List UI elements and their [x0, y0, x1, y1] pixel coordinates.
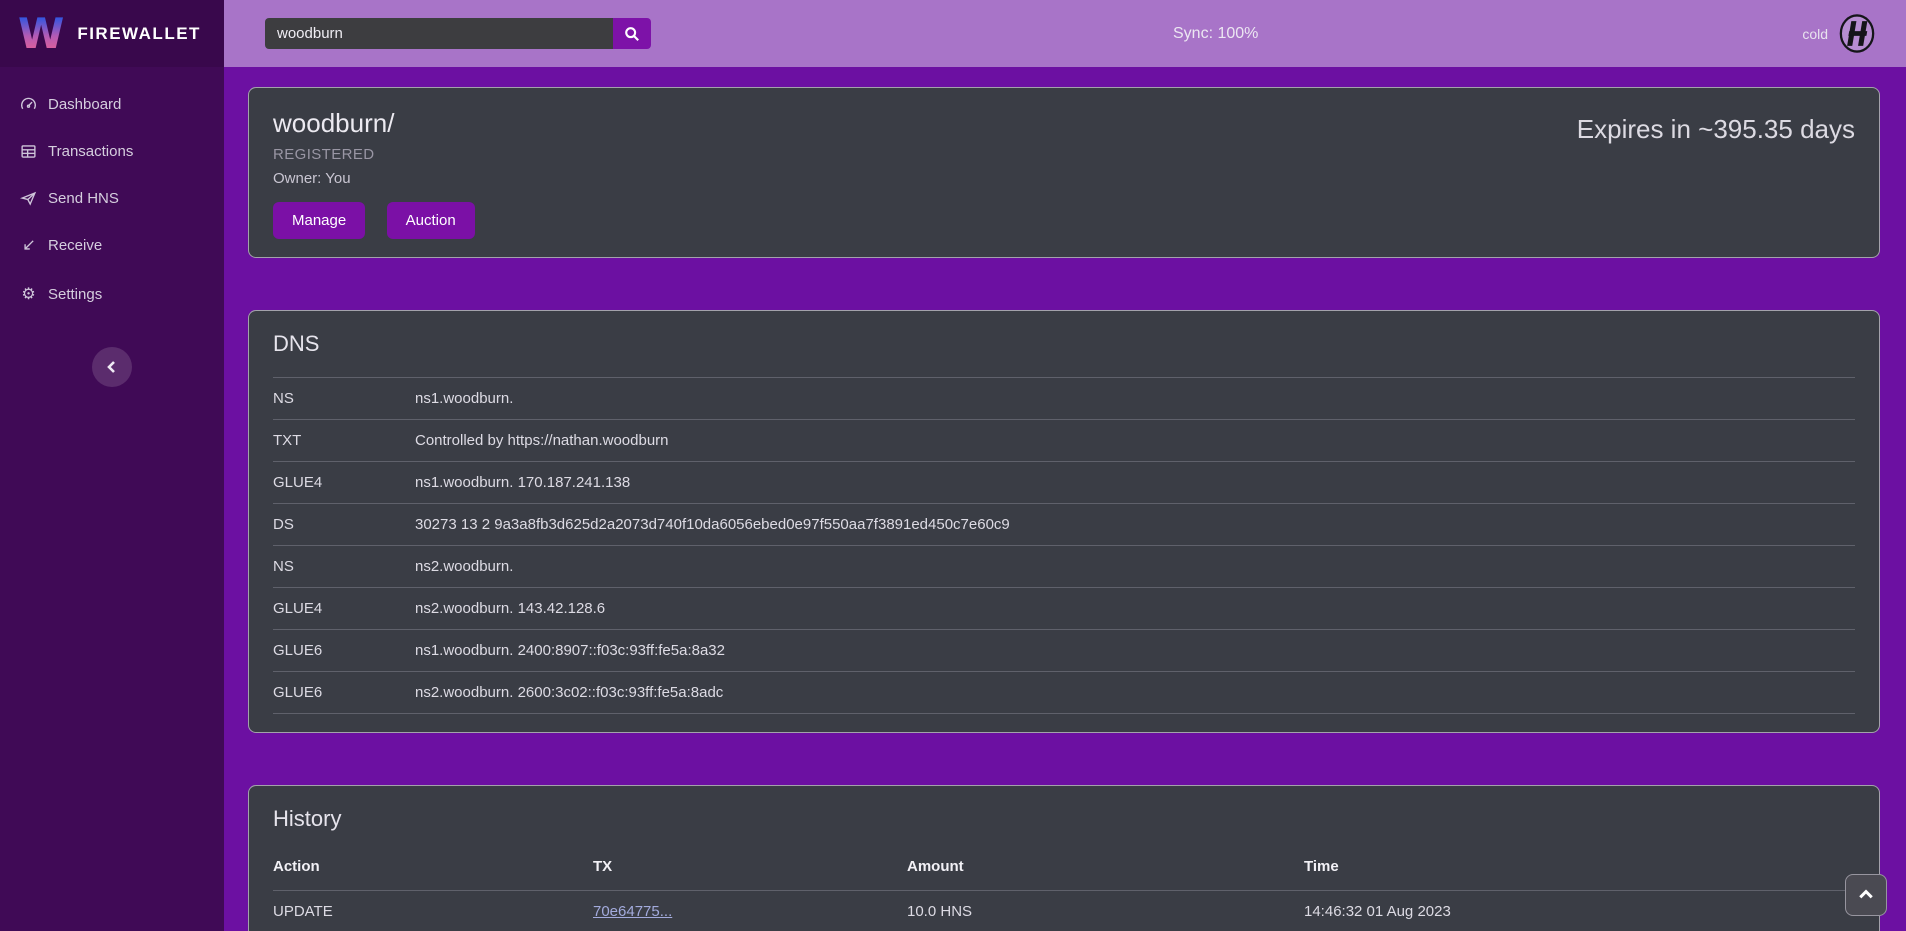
history-card: History Action TX Amount Time UPDA [248, 785, 1880, 931]
domain-expiry: Expires in ~395.35 days [1577, 106, 1855, 145]
domain-status-badge: REGISTERED [273, 146, 492, 163]
dns-table: NS ns1.woodburn. TXT Controlled by https… [273, 377, 1855, 714]
app-window: W FIREWALLET Dashboard Transaction [0, 0, 1906, 931]
wallet-selector[interactable]: cold [1802, 13, 1876, 54]
dns-record-type: GLUE4 [273, 462, 415, 504]
domain-info: woodburn/ REGISTERED Owner: You Manage A… [273, 106, 492, 239]
dns-record-type: GLUE6 [273, 630, 415, 672]
history-row: UPDATE 70e64775... 10.0 HNS 14:46:32 01 … [273, 891, 1855, 931]
dns-record-type: GLUE6 [273, 672, 415, 714]
dns-record-row: GLUE4 ns1.woodburn. 170.187.241.138 [273, 462, 1855, 504]
history-header-row: Action TX Amount Time [273, 852, 1855, 891]
column-header-tx: TX [593, 852, 907, 891]
history-section-title: History [273, 806, 1855, 832]
page-content: woodburn/ REGISTERED Owner: You Manage A… [224, 67, 1906, 931]
dns-record-value: ns1.woodburn. 170.187.241.138 [415, 462, 1855, 504]
dns-section-title: DNS [273, 331, 1855, 357]
sidebar-item-send-hns[interactable]: Send HNS [0, 175, 224, 222]
sidebar-item-label: Receive [48, 237, 102, 254]
dns-record-value: ns1.woodburn. [415, 378, 1855, 420]
sidebar-item-settings[interactable]: ⚙ Settings [0, 269, 224, 319]
column-header-amount: Amount [907, 852, 1304, 891]
domain-actions: Manage Auction [273, 202, 492, 239]
sidebar-item-dashboard[interactable]: Dashboard [0, 81, 224, 128]
sidebar-collapse-button[interactable] [92, 347, 132, 387]
search-bar [265, 18, 651, 49]
dns-record-type: TXT [273, 420, 415, 462]
scroll-to-top-button[interactable] [1845, 874, 1887, 916]
table-icon [20, 143, 37, 160]
domain-card: woodburn/ REGISTERED Owner: You Manage A… [248, 87, 1880, 258]
sidebar-item-transactions[interactable]: Transactions [0, 128, 224, 175]
search-icon [624, 26, 640, 42]
dns-record-value: ns2.woodburn. 143.42.128.6 [415, 588, 1855, 630]
sidebar-item-label: Dashboard [48, 96, 121, 113]
sync-status: Sync: 100% [1173, 25, 1258, 43]
dns-record-type: NS [273, 378, 415, 420]
tx-link[interactable]: 70e64775... [593, 903, 672, 920]
manage-button[interactable]: Manage [273, 202, 365, 239]
wallet-name: cold [1802, 26, 1828, 42]
auction-button[interactable]: Auction [387, 202, 475, 239]
app-logo[interactable]: W FIREWALLET [0, 0, 224, 67]
firewallet-logo-icon: W [18, 13, 64, 55]
send-icon [20, 190, 37, 207]
sidebar-item-label: Transactions [48, 143, 133, 160]
sidebar: W FIREWALLET Dashboard Transaction [0, 0, 224, 931]
gauge-icon [20, 96, 37, 113]
dns-card: DNS NS ns1.woodburn. TXT Controlled by h… [248, 310, 1880, 733]
domain-owner: Owner: You [273, 170, 492, 187]
sidebar-item-label: Settings [48, 286, 102, 303]
history-time: 14:46:32 01 Aug 2023 [1304, 891, 1855, 931]
column-header-action: Action [273, 852, 593, 891]
dns-record-value: ns1.woodburn. 2400:8907::f03c:93ff:fe5a:… [415, 630, 1855, 672]
history-action: UPDATE [273, 891, 593, 931]
chevron-left-icon [105, 360, 119, 374]
topbar: Sync: 100% cold [224, 0, 1906, 67]
handshake-logo-icon [1838, 13, 1876, 54]
dns-record-type: NS [273, 546, 415, 588]
sidebar-nav: Dashboard Transactions Send HNS [0, 67, 224, 319]
sidebar-item-label: Send HNS [48, 190, 119, 207]
dns-record-value: ns2.woodburn. [415, 546, 1855, 588]
dns-record-type: DS [273, 504, 415, 546]
gear-icon: ⚙ [20, 284, 37, 304]
dns-record-row: GLUE6 ns1.woodburn. 2400:8907::f03c:93ff… [273, 630, 1855, 672]
dns-record-type: GLUE4 [273, 588, 415, 630]
column-header-time: Time [1304, 852, 1855, 891]
main-area: Sync: 100% cold woodburn/ REGISTERED Own… [224, 0, 1906, 931]
dns-record-value: ns2.woodburn. 2600:3c02::f03c:93ff:fe5a:… [415, 672, 1855, 714]
dns-record-row: DS 30273 13 2 9a3a8fb3d625d2a2073d740f10… [273, 504, 1855, 546]
receive-arrow-icon [20, 237, 37, 254]
app-title: FIREWALLET [77, 24, 201, 44]
domain-name: woodburn/ [273, 108, 492, 139]
dns-record-row: GLUE6 ns2.woodburn. 2600:3c02::f03c:93ff… [273, 672, 1855, 714]
dns-record-value: 30273 13 2 9a3a8fb3d625d2a2073d740f10da6… [415, 504, 1855, 546]
search-input[interactable] [265, 18, 613, 49]
dns-record-row: NS ns1.woodburn. [273, 378, 1855, 420]
history-amount: 10.0 HNS [907, 891, 1304, 931]
search-button[interactable] [613, 18, 651, 49]
dns-record-row: GLUE4 ns2.woodburn. 143.42.128.6 [273, 588, 1855, 630]
dns-record-row: TXT Controlled by https://nathan.woodbur… [273, 420, 1855, 462]
chevron-up-icon [1858, 887, 1874, 903]
dns-record-value: Controlled by https://nathan.woodburn [415, 420, 1855, 462]
dns-record-row: NS ns2.woodburn. [273, 546, 1855, 588]
history-table: Action TX Amount Time UPDATE 70e64775...… [273, 852, 1855, 931]
sidebar-item-receive[interactable]: Receive [0, 222, 224, 269]
